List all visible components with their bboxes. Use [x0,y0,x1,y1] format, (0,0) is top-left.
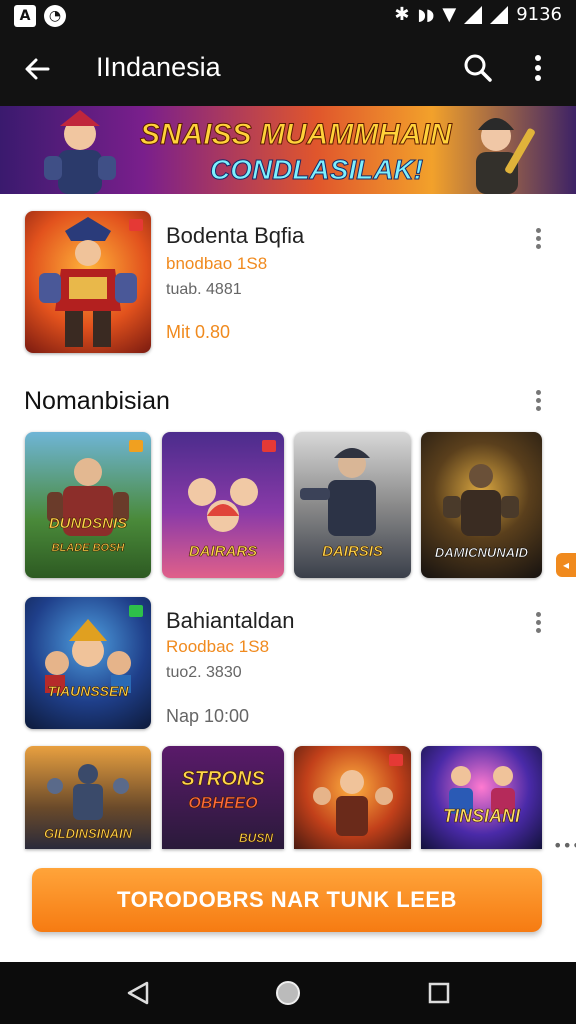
primary-cta-button[interactable]: TORODOBRS NAR TUNK LEEB [32,868,542,932]
search-icon[interactable] [460,50,496,86]
tile-badge-icon [262,440,276,452]
banner-hero-right [450,106,550,194]
second-item-thumbnail[interactable]: TIAUNSSEN [25,597,151,729]
second-item-more-icon[interactable] [528,610,548,636]
tile-corner-label: BUSN [238,831,274,846]
tile-label: DUNDSNIS [48,515,128,533]
tile-label: GILDINSINAIN [43,826,133,842]
status-bar: A ◔ ✱ ◗◗ ▼ 9136 [0,0,576,32]
section-title: Nomanbisian [24,387,170,415]
tile-sublabel: OBHEEO [188,795,258,813]
wifi-icon: ▼ [442,4,457,25]
more-horiz-icon[interactable]: ••• [553,836,576,855]
section-more-icon[interactable] [528,388,548,414]
tile-label: DAIRSIS [322,543,383,561]
page-title: IIndanesia [96,52,221,82]
tile-label: STRONS [181,768,265,791]
nav-recents-icon[interactable] [424,978,454,1008]
cell-signal-2-icon [490,5,509,24]
section-tile[interactable]: DUNDSNIS BLADE BOSH [25,432,151,578]
section-tile[interactable]: DAIRARS [162,432,284,578]
tile-label: TINSIANI [442,806,521,827]
verified-badge-icon [129,605,143,617]
more-vert-icon[interactable] [520,50,556,86]
tile-sublabel: BLADE BOSH [51,542,125,555]
app-bar: IIndanesia [0,32,576,106]
section-tile[interactable]: DAMICNUNAID [421,432,542,578]
system-nav-bar [0,962,576,1024]
featured-more-icon[interactable] [528,226,548,252]
nav-back-icon[interactable] [123,978,153,1008]
app-b-icon: ◔ [44,5,66,27]
second-item-meta: tuo2. 3830 [166,664,242,681]
banner-subtitle: CONDLASILAK! [209,154,424,186]
featured-thumbnail[interactable] [25,211,151,353]
tile-label: DAIRARS [188,543,258,561]
bluetooth-icon: ✱ [394,4,410,25]
second-item-title[interactable]: Bahiantaldan [166,608,294,634]
featured-subtitle: bnodbao 1S8 [166,254,268,273]
side-drawer-tab[interactable]: ◂ [556,553,576,577]
banner-hero-left [30,106,130,194]
section-tile[interactable]: DAIRSIS [294,432,411,578]
tile-label: DAMICNUNAID [434,545,529,561]
second-item-thumb-label: TIAUNSSEN [47,683,129,700]
promo-banner[interactable]: SNAISS MUAMMHAIN CONDLASILAK! [0,106,576,194]
arrow-left-icon[interactable] [18,49,58,89]
nav-home-icon[interactable] [273,978,303,1008]
video-badge-icon [129,219,143,231]
tile-badge-icon [389,754,403,766]
bottom-tile[interactable]: STRONS OBHEEO BUSN [162,746,284,849]
bottom-tile[interactable]: GILDINSINAIN [25,746,151,849]
signal-glyph-icon: ◗◗ [417,5,435,24]
second-item-price: Nap 10:00 [166,706,250,726]
featured-title[interactable]: Bodenta Bqfia [166,223,304,249]
cell-signal-icon [464,5,483,24]
app-a-icon: A [14,5,36,27]
clock-time: 9136 [516,4,562,25]
banner-title: SNAISS MUAMMHAIN [140,118,453,152]
tile-badge-icon [129,440,143,452]
bottom-tile[interactable]: TINSIANI [421,746,542,849]
second-item-subtitle: Roodbac 1S8 [166,637,270,656]
bottom-tile[interactable] [294,746,411,849]
featured-price: Mit 0.80 [166,322,231,342]
featured-meta: tuab. 4881 [166,281,242,298]
